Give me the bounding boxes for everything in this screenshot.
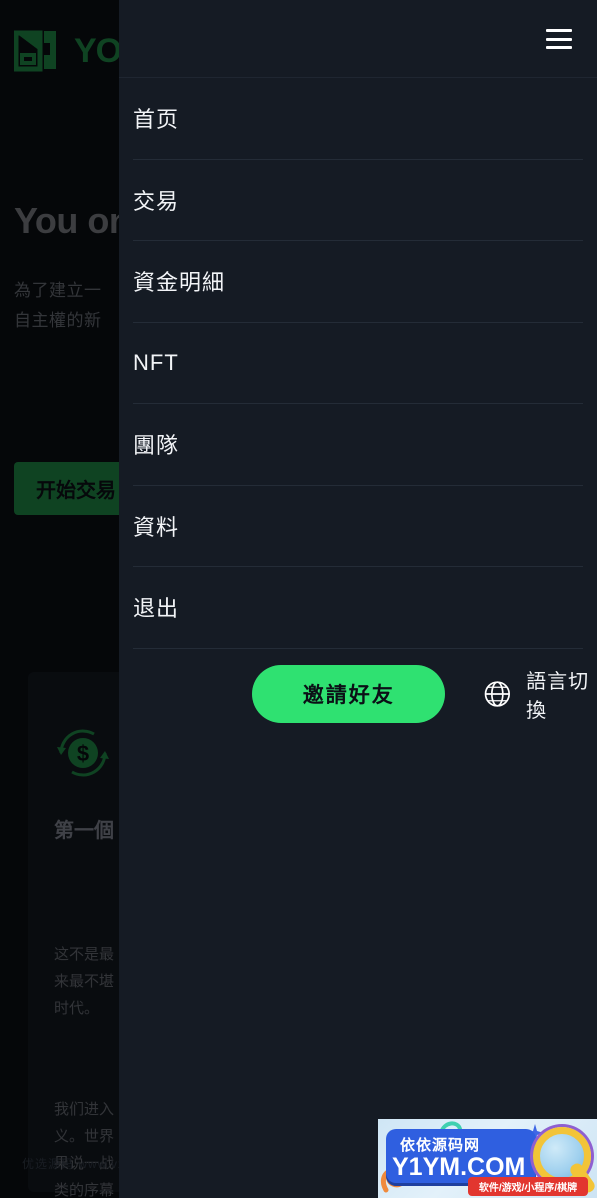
menu-item-label: 資金明細 — [133, 270, 226, 296]
menu-item-label: 資料 — [133, 514, 180, 540]
badge-tagline: 软件/游戏/小程序/棋牌 — [478, 1183, 578, 1194]
menu-item-label: 退出 — [133, 596, 180, 622]
menu-item-trade[interactable]: 交易 — [133, 160, 583, 241]
invite-friends-button[interactable]: 邀請好友 — [252, 665, 446, 723]
badge-cn-title: 依依源码网 — [400, 1137, 481, 1154]
app-root: YO You on 為了建立一 自主權的新 开始交易 $ 第一個 这不是最 来最… — [0, 0, 597, 1198]
drawer-scrim[interactable] — [0, 0, 119, 1198]
menu-item-label: 交易 — [133, 188, 180, 214]
promo-watermark-badge: 依依源码网 Y1YM.COM 软件/游戏/小程序/棋牌 — [378, 1119, 597, 1198]
hamburger-menu-icon[interactable] — [546, 29, 572, 49]
menu-item-home[interactable]: 首页 — [133, 78, 583, 160]
menu-item-profile[interactable]: 資料 — [133, 486, 583, 567]
language-switch-label: 語言切換 — [526, 671, 590, 722]
globe-icon — [485, 681, 511, 707]
drawer-actions: 邀請好友 語言切換 — [252, 665, 597, 723]
menu-item-label: NFT — [133, 349, 179, 375]
badge-tagline-plate: 软件/游戏/小程序/棋牌 — [468, 1177, 588, 1196]
navigation-drawer: 首页 交易 資金明細 NFT 團隊 資料 退出 邀請好友 語言切換 — [119, 0, 597, 1198]
menu-item-label: 團隊 — [133, 433, 180, 459]
menu-item-logout[interactable]: 退出 — [133, 567, 583, 649]
drawer-header — [119, 0, 597, 78]
menu-item-label: 首页 — [133, 107, 180, 133]
drawer-menu: 首页 交易 資金明細 NFT 團隊 資料 退出 — [119, 78, 597, 649]
menu-item-nft[interactable]: NFT — [133, 323, 583, 404]
language-switch[interactable]: 語言切換 — [483, 665, 597, 723]
menu-item-funds[interactable]: 資金明細 — [133, 241, 583, 323]
menu-item-team[interactable]: 團隊 — [133, 404, 583, 486]
